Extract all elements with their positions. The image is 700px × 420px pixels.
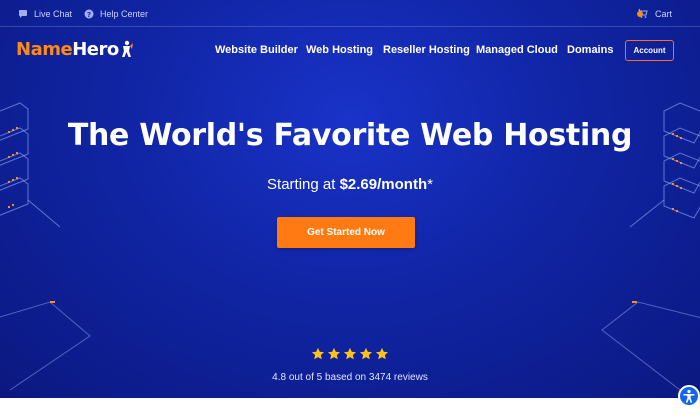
price-suffix: * [427, 176, 433, 193]
nav-web-hosting[interactable]: Web Hosting [306, 44, 373, 56]
help-center-label: Help Center [100, 9, 149, 19]
star-icon [359, 347, 373, 360]
star-icon [375, 347, 389, 360]
logo-hero-part: Hero [72, 38, 119, 60]
nav-managed-cloud[interactable]: Managed Cloud [476, 44, 558, 56]
account-button[interactable]: Account [625, 40, 674, 61]
accessibility-button[interactable] [678, 385, 700, 407]
platform-illustration [0, 301, 91, 391]
live-chat-label: Live Chat [34, 9, 73, 19]
star-icon [311, 347, 325, 360]
help-center-link[interactable]: ? Help Center [84, 8, 148, 20]
logo[interactable]: Name Hero [16, 37, 133, 61]
nav-domains[interactable]: Domains [567, 44, 613, 56]
hero-figure-icon [121, 40, 133, 57]
rating-stars [310, 347, 390, 361]
cart-icon [637, 8, 649, 20]
nav-website-builder[interactable]: Website Builder [215, 44, 298, 56]
below-fold-section [0, 398, 700, 420]
get-started-button[interactable]: Get Started Now [277, 217, 415, 248]
svg-text:?: ? [87, 11, 91, 19]
accessibility-icon [683, 389, 695, 403]
star-icon [327, 347, 341, 360]
starting-price: Starting at $2.69/month* [0, 176, 700, 193]
nav-reseller-hosting[interactable]: Reseller Hosting [383, 44, 470, 56]
starting-prefix: Starting at [267, 176, 340, 193]
logo-name-part: Name [16, 38, 73, 60]
page-title: The World's Favorite Web Hosting [67, 118, 633, 153]
hero-section: Live Chat ? Help Center Cart Name Hero W… [0, 0, 700, 398]
question-circle-icon: ? [84, 9, 94, 19]
star-icon [343, 347, 357, 360]
cart-link[interactable]: Cart [637, 8, 672, 20]
cart-label: Cart [655, 9, 673, 19]
platform-illustration [601, 301, 700, 391]
utility-bar: Live Chat ? Help Center Cart [0, 0, 700, 27]
chat-bubble-icon [19, 10, 27, 18]
price-value: $2.69/month [339, 176, 428, 193]
live-chat-link[interactable]: Live Chat [18, 8, 72, 20]
cart-count-badge [637, 11, 643, 17]
reviews-summary[interactable]: 4.8 out of 5 based on 3474 reviews [0, 372, 700, 383]
